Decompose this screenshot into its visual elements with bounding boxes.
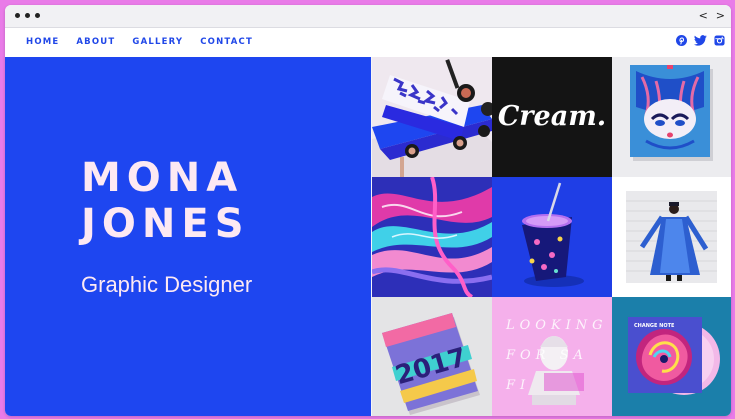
last-name: JONES — [81, 201, 250, 247]
tshirt-image — [612, 57, 731, 177]
first-name: MONA — [81, 155, 244, 201]
designer-name: MONA JONES — [81, 155, 250, 247]
nav-gallery-link[interactable]: GALLERY — [132, 37, 183, 47]
twitter-icon[interactable] — [694, 35, 707, 46]
gallery-tile-book-2017[interactable]: 2017 — [372, 297, 492, 416]
record-label-text: CHANGE NOTE — [634, 323, 675, 329]
nav-home-link[interactable]: HOME — [26, 37, 59, 47]
gallery-tile-fluid-art[interactable] — [372, 177, 492, 297]
poster-text-line-2: FOR SA — [505, 348, 588, 363]
window-dot-icon[interactable] — [35, 13, 40, 18]
portfolio-gallery: Cream. 2017 LOOKING FOR SA FI CHANGE NOT… — [372, 57, 731, 416]
designer-role: Graphic Designer — [81, 272, 253, 297]
main-nav: HOME ABOUT GALLERY CONTACT — [26, 37, 270, 47]
nav-about-link[interactable]: ABOUT — [76, 37, 115, 47]
browser-window: < > HOME ABOUT GALLERY CONTACT MONA JONE… — [5, 5, 731, 416]
poster-text-line-3: FI — [505, 378, 530, 393]
gallery-tile-bust-poster[interactable]: LOOKING FOR SA FI — [492, 297, 612, 416]
bust-poster-image: LOOKING FOR SA FI — [492, 297, 612, 416]
back-arrow-icon[interactable]: < — [699, 9, 708, 23]
browser-nav: < > — [699, 9, 725, 23]
social-links — [676, 35, 725, 46]
instagram-icon[interactable] — [714, 35, 725, 46]
window-controls — [15, 13, 40, 18]
cream-logo-image: Cream. — [492, 57, 612, 177]
cream-logo-text: Cream. — [498, 101, 606, 132]
site-header: HOME ABOUT GALLERY CONTACT — [5, 28, 731, 57]
gallery-tile-drink-cup[interactable] — [492, 177, 612, 297]
3d-pipes-image — [372, 57, 492, 177]
gallery-tile-fashion-photo[interactable] — [612, 177, 731, 297]
gallery-tile-vinyl-record[interactable]: CHANGE NOTE — [612, 297, 731, 416]
pinterest-icon[interactable] — [676, 35, 687, 46]
gallery-tile-cream-logo[interactable]: Cream. — [492, 57, 612, 177]
forward-arrow-icon[interactable]: > — [716, 9, 725, 23]
browser-titlebar: < > — [5, 5, 731, 28]
window-dot-icon[interactable] — [15, 13, 20, 18]
poster-text-line-1: LOOKING — [505, 318, 608, 333]
drink-cup-image — [492, 177, 612, 297]
fluid-art-image — [372, 177, 492, 297]
vinyl-record-image: CHANGE NOTE — [612, 297, 731, 416]
book-2017-image: 2017 — [372, 297, 492, 416]
window-dot-icon[interactable] — [25, 13, 30, 18]
fashion-photo-image — [612, 177, 731, 297]
nav-contact-link[interactable]: CONTACT — [200, 37, 253, 47]
gallery-tile-tshirt[interactable] — [612, 57, 731, 177]
gallery-tile-3d-pipes[interactable] — [372, 57, 492, 177]
hero-panel: MONA JONES Graphic Designer — [5, 57, 371, 416]
